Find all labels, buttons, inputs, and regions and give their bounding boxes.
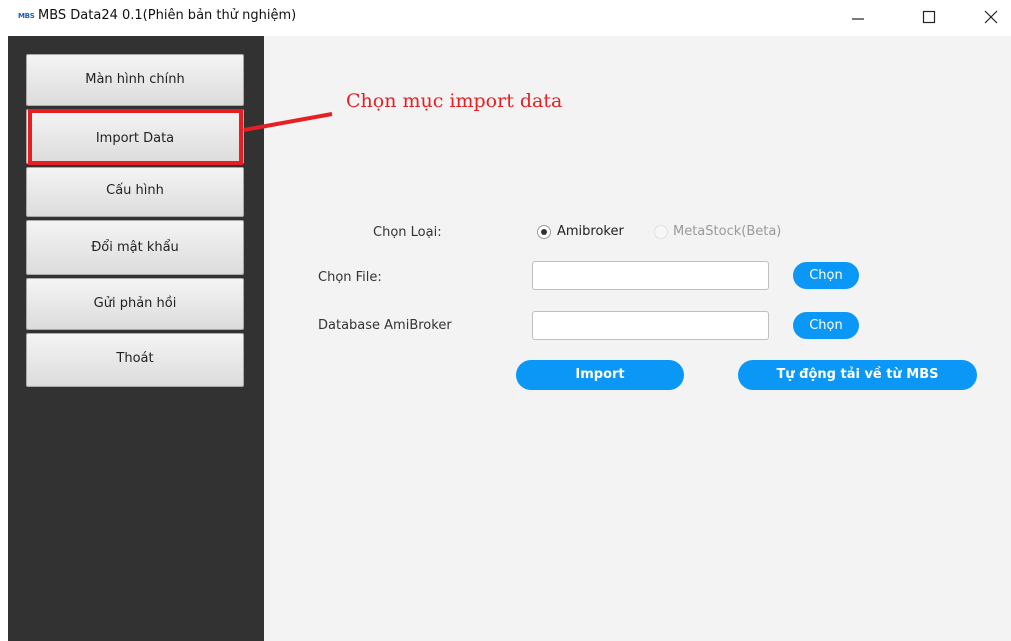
close-icon[interactable] xyxy=(979,6,1003,28)
file-label: Chọn File: xyxy=(318,270,382,285)
callout-text: Chọn mục import data xyxy=(346,90,563,112)
database-path-input[interactable] xyxy=(532,311,769,340)
import-button[interactable]: Import xyxy=(516,360,684,390)
db-label: Database AmiBroker xyxy=(318,318,452,333)
callout-line-icon xyxy=(243,112,333,132)
sidebar-item-feedback[interactable]: Gửi phản hồi xyxy=(26,278,244,330)
sidebar-item-label: Đổi mật khẩu xyxy=(91,240,179,255)
file-path-input[interactable] xyxy=(532,261,769,290)
sidebar-item-label: Cấu hình xyxy=(106,183,164,198)
sidebar-item-label: Gửi phản hồi xyxy=(93,296,177,311)
window-title: MBS Data24 0.1(Phiên bản thử nghiệm) xyxy=(38,8,297,23)
radio-amibroker[interactable] xyxy=(537,225,551,239)
maximize-icon[interactable] xyxy=(917,6,941,28)
sidebar-item-settings[interactable]: Cấu hình xyxy=(26,167,244,217)
auto-download-button[interactable]: Tự động tải về từ MBS xyxy=(738,360,977,390)
choose-file-button[interactable]: Chọn xyxy=(793,262,859,289)
sidebar-item-change-password[interactable]: Đổi mật khẩu xyxy=(26,220,244,275)
app-logo-icon: MBS xyxy=(18,12,35,20)
sidebar-item-exit[interactable]: Thoát xyxy=(26,333,244,387)
highlight-box xyxy=(28,109,243,165)
radio-metastock-label[interactable]: MetaStock(Beta) xyxy=(673,224,781,239)
choose-database-button[interactable]: Chọn xyxy=(793,312,859,339)
radio-metastock[interactable] xyxy=(654,225,668,239)
minimize-icon[interactable] xyxy=(846,6,870,28)
sidebar-item-home[interactable]: Màn hình chính xyxy=(26,54,244,106)
sidebar-item-label: Màn hình chính xyxy=(85,72,185,87)
type-label: Chọn Loại: xyxy=(373,225,442,240)
import-panel: Chọn Loại: Amibroker MetaStock(Beta) Chọ… xyxy=(264,36,1011,641)
sidebar-item-label: Thoát xyxy=(116,351,154,366)
title-bar: MBS MBS Data24 0.1(Phiên bản thử nghiệm) xyxy=(0,0,1011,36)
radio-amibroker-label[interactable]: Amibroker xyxy=(557,224,624,239)
